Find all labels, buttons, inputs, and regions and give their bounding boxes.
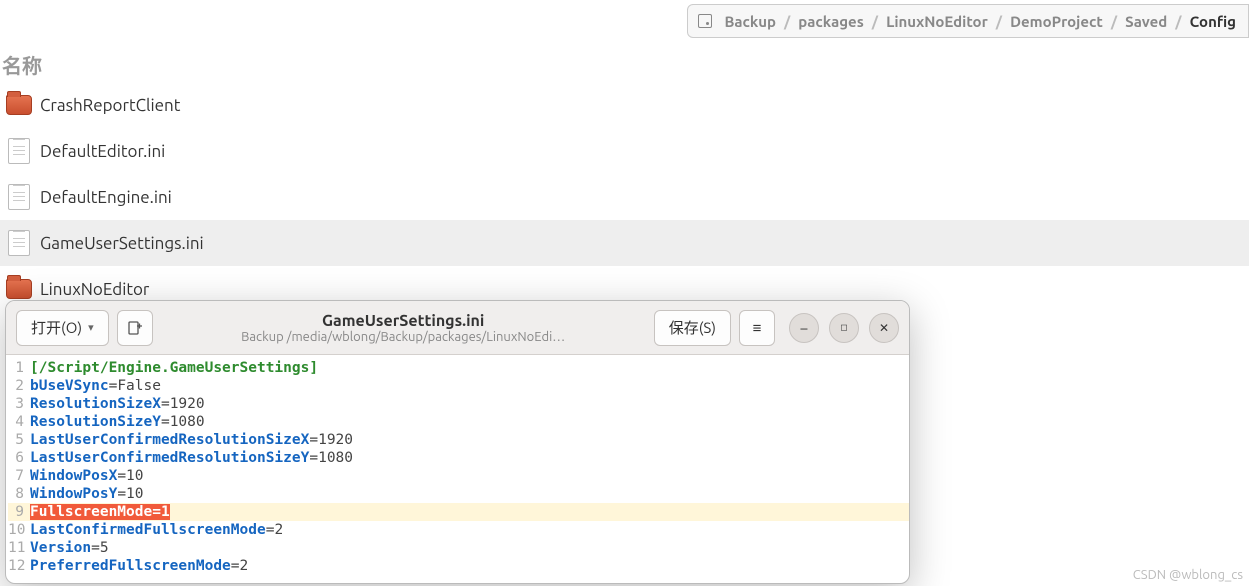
line-content: ResolutionSizeY=1080 — [30, 413, 205, 431]
line-number: 4 — [8, 413, 30, 431]
line-content: ResolutionSizeX=1920 — [30, 395, 205, 413]
file-name: DefaultEngine.ini — [40, 188, 172, 207]
line-number: 12 — [8, 557, 30, 575]
line-number: 7 — [8, 467, 30, 485]
minimize-button[interactable]: – — [789, 313, 819, 343]
line-number: 8 — [8, 485, 30, 503]
editor-titlebar: 打开(O) ▾ GameUserSettings.ini Backup /med… — [6, 301, 909, 355]
file-name: DefaultEditor.ini — [40, 142, 165, 161]
list-item[interactable]: CrashReportClient — [0, 82, 1249, 128]
crumb-4[interactable]: Saved — [1121, 13, 1171, 30]
code-line[interactable]: 10LastConfirmedFullscreenMode=2 — [8, 521, 909, 539]
line-number: 2 — [8, 377, 30, 395]
folder-icon — [6, 95, 32, 115]
line-content: Version=5 — [30, 539, 109, 557]
line-number: 1 — [8, 359, 30, 377]
line-content: LastUserConfirmedResolutionSizeX=1920 — [30, 431, 353, 449]
disk-icon — [698, 14, 712, 28]
code-line[interactable]: 1[/Script/Engine.GameUserSettings] — [8, 359, 909, 377]
code-line[interactable]: 7WindowPosX=10 — [8, 467, 909, 485]
line-content: FullscreenMode=1 — [30, 503, 170, 521]
line-number: 11 — [8, 539, 30, 557]
file-icon — [8, 138, 30, 164]
file-name: GameUserSettings.ini — [40, 234, 204, 253]
open-button[interactable]: 打开(O) ▾ — [16, 310, 109, 346]
editor-body[interactable]: 1[/Script/Engine.GameUserSettings]2bUseV… — [6, 355, 909, 579]
line-number: 10 — [8, 521, 30, 539]
crumb-sep: / — [1107, 13, 1121, 30]
maximize-button[interactable]: ◻ — [829, 313, 859, 343]
crumb-1[interactable]: packages — [794, 13, 868, 30]
editor-filename: GameUserSettings.ini — [161, 312, 646, 330]
code-line[interactable]: 5LastUserConfirmedResolutionSizeX=1920 — [8, 431, 909, 449]
file-name: CrashReportClient — [40, 96, 180, 115]
editor-filepath: Backup /media/wblong/Backup/packages/Lin… — [161, 330, 646, 344]
crumb-5[interactable]: Config — [1186, 13, 1240, 30]
line-content: bUseVSync=False — [30, 377, 161, 395]
file-icon — [8, 184, 30, 210]
window-controls: – ◻ ✕ — [789, 313, 899, 343]
hamburger-icon: ≡ — [753, 319, 762, 337]
new-document-icon — [127, 320, 143, 336]
watermark: CSDN @wblong_cs — [1133, 568, 1243, 582]
list-item[interactable]: GameUserSettings.ini — [0, 220, 1249, 266]
code-line[interactable]: 8WindowPosY=10 — [8, 485, 909, 503]
line-content: PreferredFullscreenMode=2 — [30, 557, 248, 575]
crumb-sep: / — [780, 13, 794, 30]
line-number: 5 — [8, 431, 30, 449]
code-line[interactable]: 6LastUserConfirmedResolutionSizeY=1080 — [8, 449, 909, 467]
file-list: CrashReportClient DefaultEditor.ini Defa… — [0, 82, 1249, 312]
hamburger-menu-button[interactable]: ≡ — [739, 310, 775, 346]
maximize-icon: ◻ — [840, 322, 847, 333]
list-item[interactable]: DefaultEditor.ini — [0, 128, 1249, 174]
breadcrumb[interactable]: Backup/ packages/ LinuxNoEditor/ DemoPro… — [687, 4, 1249, 38]
new-tab-button[interactable] — [117, 310, 153, 346]
editor-window: 打开(O) ▾ GameUserSettings.ini Backup /med… — [5, 300, 910, 584]
column-header-name[interactable]: 名称 — [2, 50, 42, 79]
file-name: LinuxNoEditor — [40, 280, 149, 299]
line-number: 9 — [8, 503, 30, 521]
crumb-0[interactable]: Backup — [720, 13, 780, 30]
line-content: LastConfirmedFullscreenMode=2 — [30, 521, 283, 539]
chevron-down-icon: ▾ — [88, 321, 94, 334]
list-item[interactable]: DefaultEngine.ini — [0, 174, 1249, 220]
line-number: 6 — [8, 449, 30, 467]
code-line[interactable]: 2bUseVSync=False — [8, 377, 909, 395]
crumb-sep: / — [868, 13, 882, 30]
line-content: LastUserConfirmedResolutionSizeY=1080 — [30, 449, 353, 467]
folder-icon — [6, 279, 32, 299]
line-content: WindowPosX=10 — [30, 467, 144, 485]
crumb-2[interactable]: LinuxNoEditor — [882, 13, 992, 30]
code-line[interactable]: 11Version=5 — [8, 539, 909, 557]
editor-title-area: GameUserSettings.ini Backup /media/wblon… — [161, 312, 646, 344]
crumb-sep: / — [1171, 13, 1185, 30]
line-content: [/Script/Engine.GameUserSettings] — [30, 359, 318, 377]
open-label: 打开(O) — [31, 317, 82, 338]
code-line[interactable]: 4ResolutionSizeY=1080 — [8, 413, 909, 431]
close-icon: ✕ — [879, 321, 889, 335]
save-label: 保存(S) — [669, 317, 716, 338]
line-content: WindowPosY=10 — [30, 485, 144, 503]
save-button[interactable]: 保存(S) — [654, 310, 731, 346]
code-line[interactable]: 9FullscreenMode=1 — [8, 503, 909, 521]
crumb-3[interactable]: DemoProject — [1006, 13, 1107, 30]
code-line[interactable]: 12PreferredFullscreenMode=2 — [8, 557, 909, 575]
crumb-sep: / — [992, 13, 1006, 30]
close-button[interactable]: ✕ — [869, 313, 899, 343]
code-line[interactable]: 3ResolutionSizeX=1920 — [8, 395, 909, 413]
file-icon — [8, 230, 30, 256]
line-number: 3 — [8, 395, 30, 413]
